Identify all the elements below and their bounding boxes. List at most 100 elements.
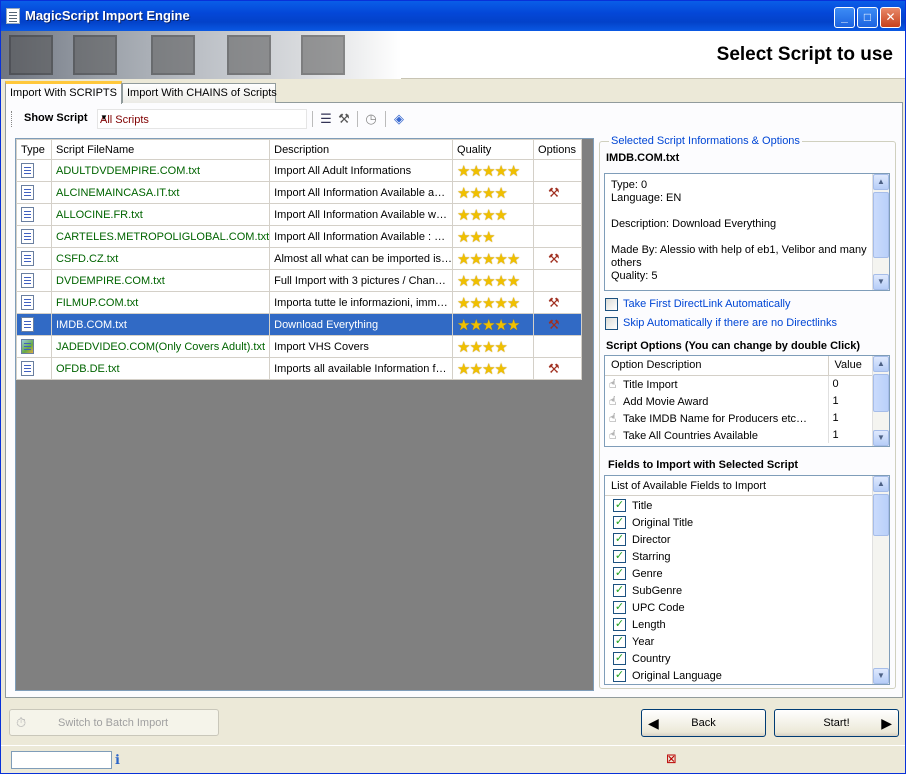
options-scrollbar[interactable]: ▲ ▼: [872, 356, 889, 446]
field-checkbox[interactable]: ✓: [613, 584, 626, 597]
table-row[interactable]: DVDEMPIRE.COM.txt Full Import with 3 pict…: [16, 269, 583, 292]
filename-cell: ADULTDVDEMPIRE.COM.txt: [50, 159, 271, 182]
col-header-type[interactable]: Type: [16, 139, 52, 160]
field-checkbox[interactable]: ✓: [613, 550, 626, 563]
skip-no-directlinks-option[interactable]: Skip Automatically if there are no Direc…: [605, 316, 885, 332]
close-button[interactable]: ✕: [880, 7, 901, 28]
option-row[interactable]: ☝ Add Movie Award 1: [605, 392, 874, 409]
field-checkbox[interactable]: ✓: [613, 618, 626, 631]
table-row[interactable]: JADEDVIDEO.COM(Only Covers Adult).txt Imp…: [16, 335, 583, 358]
options-cell[interactable]: ⚒: [533, 357, 583, 380]
scroll-up-icon[interactable]: ▲: [873, 356, 889, 372]
tools-icon[interactable]: ⚒: [538, 251, 560, 267]
field-checkbox[interactable]: ✓: [613, 499, 626, 512]
start-button[interactable]: Start! ▶: [774, 709, 899, 737]
filename-cell: CSFD.CZ.txt: [50, 247, 271, 270]
fields-list[interactable]: List of Available Fields to Import ✓ Titl…: [604, 475, 890, 685]
scroll-thumb[interactable]: [873, 374, 889, 412]
field-checkbox[interactable]: ✓: [613, 669, 626, 682]
tools-icon[interactable]: ⚒: [538, 361, 560, 377]
option-row[interactable]: ☝ Title Import 0: [605, 375, 874, 392]
clock-icon[interactable]: ◷: [362, 110, 380, 128]
scroll-down-icon[interactable]: ▼: [873, 668, 889, 684]
scroll-up-icon[interactable]: ▲: [873, 174, 889, 190]
scroll-up-icon[interactable]: ▲: [873, 476, 889, 492]
options-cell[interactable]: ⚒: [533, 291, 583, 314]
table-row[interactable]: IMDB.COM.txt Download Everything ★★★★★ ⚒: [16, 313, 583, 336]
table-row[interactable]: CARTELES.METROPOLIGLOBAL.COM.txt Import A…: [16, 225, 583, 248]
col-header-description[interactable]: Description: [269, 139, 454, 160]
take-first-directlink-option[interactable]: Take First DirectLink Automatically: [605, 297, 885, 313]
table-row[interactable]: ALLOCINE.FR.txt Import All Information Av…: [16, 203, 583, 226]
option-row[interactable]: ☝ Take All Countries Available 1: [605, 426, 874, 443]
field-checkbox[interactable]: ✓: [613, 601, 626, 614]
tab-import-scripts[interactable]: Import With SCRIPTS: [5, 81, 122, 104]
options-cell[interactable]: [533, 225, 583, 248]
hand-pointer-icon: ☝: [609, 427, 617, 442]
table-row[interactable]: ALCINEMAINCASA.IT.txt Import All Informat…: [16, 181, 583, 204]
details-scrollbar[interactable]: ▲ ▼: [872, 174, 889, 290]
col-header-options[interactable]: Options: [533, 139, 583, 160]
table-row[interactable]: OFDB.DE.txt Imports all available Informa…: [16, 357, 583, 380]
maximize-button[interactable]: □: [857, 7, 878, 28]
table-row[interactable]: FILMUP.COM.txt Importa tutte le informazi…: [16, 291, 583, 314]
field-checkbox[interactable]: ✓: [613, 652, 626, 665]
options-cell[interactable]: [533, 269, 583, 292]
scroll-thumb[interactable]: [873, 192, 889, 258]
option-description-cell: ☝ Add Movie Award: [605, 392, 829, 409]
script-filter-dropdown[interactable]: All Scripts ▼: [97, 109, 307, 129]
field-checkbox[interactable]: ✓: [613, 516, 626, 529]
fields-scrollbar[interactable]: ▲ ▼: [872, 476, 889, 684]
col-header-quality[interactable]: Quality: [452, 139, 535, 160]
tools-icon[interactable]: ⚒: [335, 110, 353, 128]
script-options-list[interactable]: Option Description Value ☝ Title Import 0 ☝…: [604, 355, 890, 447]
delete-document-icon[interactable]: ⊠: [666, 751, 682, 769]
skip-no-directlinks-checkbox[interactable]: [605, 317, 618, 330]
switch-batch-import-button[interactable]: ⏱ Switch to Batch Import: [9, 709, 219, 736]
list-view-icon[interactable]: ☰: [317, 110, 335, 128]
type-cell: [16, 291, 52, 314]
options-cell[interactable]: ⚒: [533, 181, 583, 204]
table-row[interactable]: ADULTDVDEMPIRE.COM.txt Import All Adult I…: [16, 159, 583, 182]
option-value-cell[interactable]: 1: [828, 409, 874, 426]
info-icon[interactable]: ℹ: [115, 752, 129, 768]
script-details-box[interactable]: Type: 0 Language: EN Description: Downlo…: [604, 173, 890, 291]
options-cell[interactable]: [533, 335, 583, 358]
option-row[interactable]: ☝ Take IMDB Name for Producers etc… 1: [605, 409, 874, 426]
field-checkbox[interactable]: ✓: [613, 567, 626, 580]
selected-script-name: IMDB.COM.txt: [606, 152, 680, 164]
field-checkbox[interactable]: ✓: [613, 635, 626, 648]
filename-cell: ALCINEMAINCASA.IT.txt: [50, 181, 271, 204]
scripts-grid[interactable]: Type Script FileName Description Quality…: [15, 138, 594, 691]
options-cell[interactable]: ⚒: [533, 247, 583, 270]
quality-stars-icon: ★★★: [457, 228, 495, 246]
tools-icon[interactable]: ⚒: [538, 317, 560, 333]
option-value-cell[interactable]: 1: [828, 426, 874, 443]
option-value-cell[interactable]: 0: [828, 375, 874, 392]
options-cell[interactable]: [533, 159, 583, 182]
tab-import-chains[interactable]: Import With CHAINS of Scripts: [122, 83, 277, 103]
scroll-thumb[interactable]: [873, 494, 889, 536]
table-row[interactable]: CSFD.CZ.txt Almost all what can be import…: [16, 247, 583, 270]
col-header-filename[interactable]: Script FileName: [50, 139, 271, 160]
script-toolbar: Show Script All Scripts ▼ ☰ ⚒ ◷ ◈: [11, 108, 591, 130]
status-text-field[interactable]: [11, 751, 112, 769]
title-bar[interactable]: MagicScript Import Engine _ □ ✕: [1, 1, 905, 31]
options-col-description[interactable]: Option Description: [605, 356, 829, 376]
tools-icon[interactable]: ⚒: [538, 295, 560, 311]
option-value-cell[interactable]: 1: [828, 392, 874, 409]
field-checkbox[interactable]: ✓: [613, 533, 626, 546]
stopwatch-icon: ⏱: [16, 715, 27, 730]
scroll-down-icon[interactable]: ▼: [873, 430, 889, 446]
web-update-icon[interactable]: ◈: [390, 110, 408, 128]
minimize-button[interactable]: _: [834, 7, 855, 28]
options-col-value[interactable]: Value: [828, 356, 874, 376]
options-cell[interactable]: [533, 203, 583, 226]
options-cell[interactable]: ⚒: [533, 313, 583, 336]
scroll-down-icon[interactable]: ▼: [873, 274, 889, 290]
take-first-directlink-checkbox[interactable]: [605, 298, 618, 311]
toolbar-grip[interactable]: [11, 111, 14, 127]
back-button[interactable]: ◀ Back: [641, 709, 766, 737]
quality-stars-icon: ★★★★★: [457, 316, 520, 334]
tools-icon[interactable]: ⚒: [538, 185, 560, 201]
